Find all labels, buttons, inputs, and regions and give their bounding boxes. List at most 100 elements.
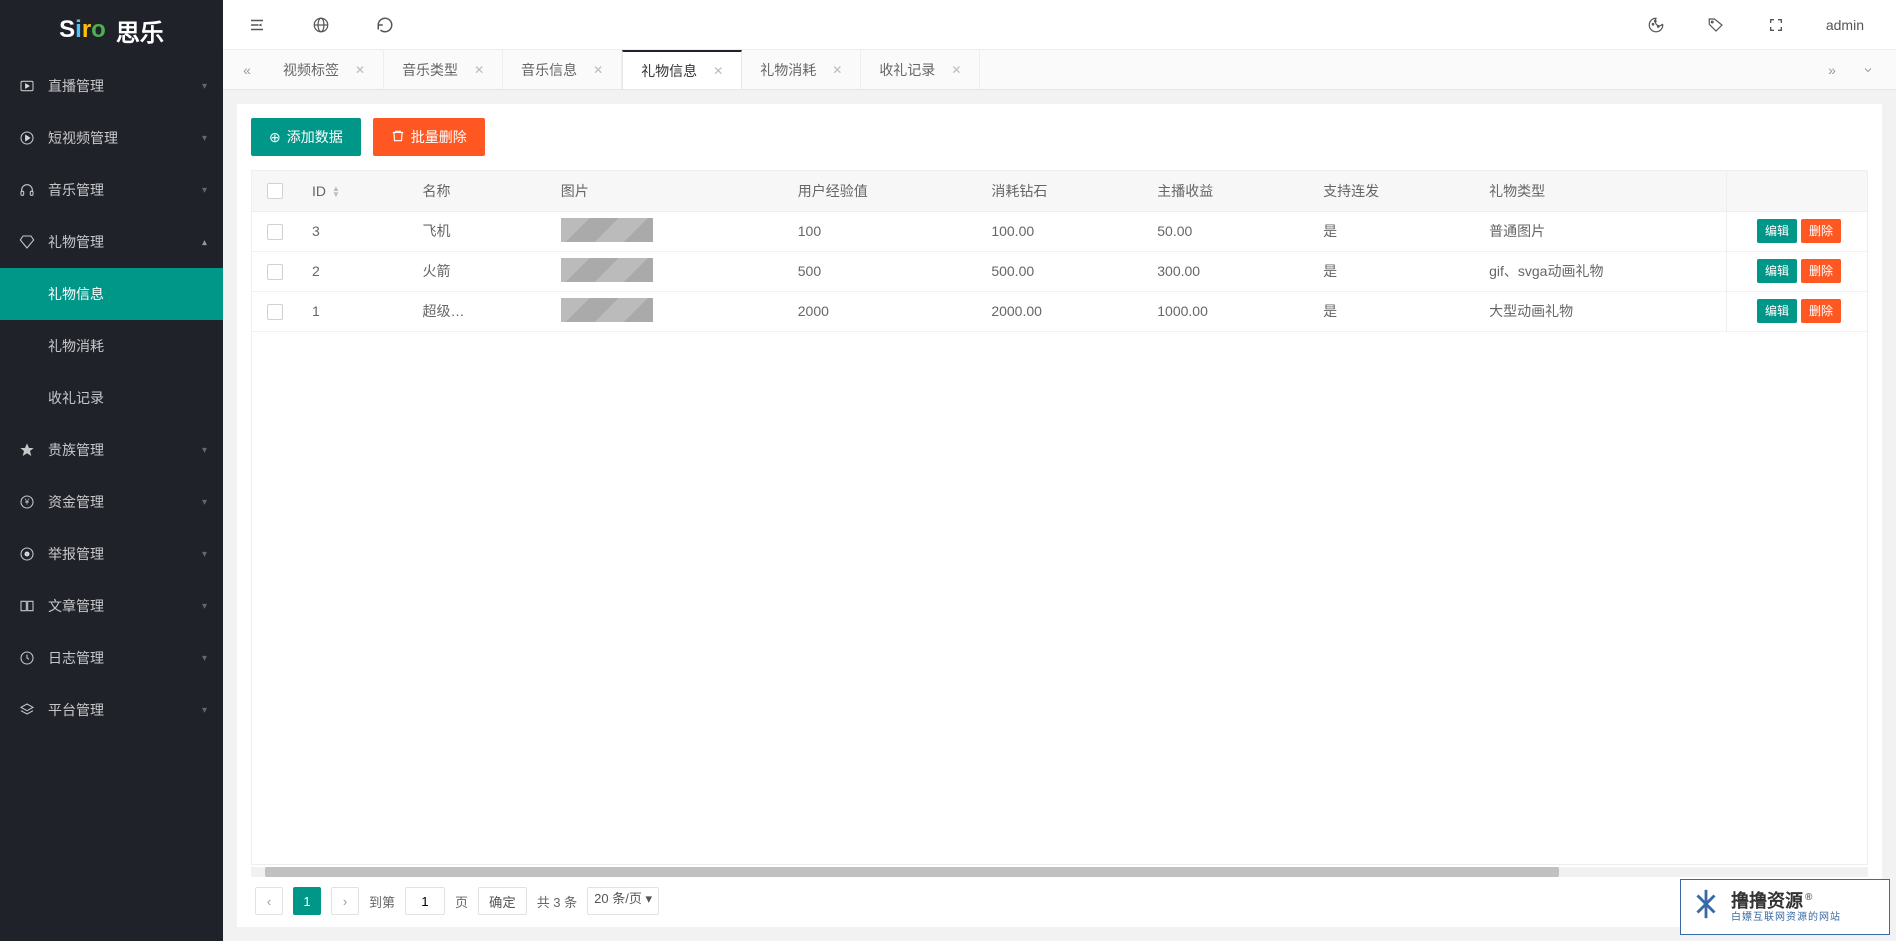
tab-0[interactable]: 视频标签✕ <box>265 50 384 89</box>
delete-button[interactable]: 删除 <box>1801 299 1841 323</box>
cell-name: 飞机 <box>408 211 546 251</box>
watermark-reg: ® <box>1805 892 1812 903</box>
cell-diamond: 500.00 <box>977 251 1143 291</box>
globe-icon[interactable] <box>311 15 331 35</box>
tab-label: 收礼记录 <box>879 60 935 80</box>
close-icon[interactable]: ✕ <box>832 63 842 77</box>
col-header-0[interactable]: ID ▲▼ <box>298 171 408 211</box>
tabs-scroll-left[interactable]: « <box>229 50 265 89</box>
row-checkbox[interactable] <box>267 264 283 280</box>
pager-goto-suffix: 页 <box>455 892 468 911</box>
pager-prev[interactable]: ‹ <box>255 887 283 915</box>
tabs-scroll-right[interactable]: » <box>1814 50 1850 89</box>
sidebar-group-label: 资金管理 <box>48 492 104 512</box>
tab-4[interactable]: 礼物消耗 ✕ <box>742 50 861 89</box>
close-icon[interactable]: ✕ <box>713 64 723 78</box>
tabs-more-icon[interactable] <box>1850 50 1886 89</box>
col-header-label: ID <box>312 183 326 199</box>
cell-type: 普通图片 <box>1475 211 1756 251</box>
tab-label: 礼物消耗 <box>760 60 816 80</box>
data-table: ID▲▼名称图片用户经验值消耗钻石主播收益支持连发礼物类型是否 3飞机10010… <box>252 171 1867 332</box>
tab-3[interactable]: 礼物信息✕ <box>622 50 742 89</box>
horizontal-scrollbar[interactable] <box>251 867 1868 877</box>
chevron-down-icon: ▾ <box>202 81 207 92</box>
sidebar-group-9[interactable]: 平台管理▾ <box>0 684 223 736</box>
main: admin « 视频标签✕音乐类型✕音乐信息✕礼物信息✕礼物消耗✕收礼记录✕ »… <box>223 0 1896 941</box>
pager-confirm-button[interactable]: 确定 <box>478 887 527 915</box>
bulk-delete-button[interactable]: 批量删除 <box>373 118 485 156</box>
thumbnail <box>561 218 653 242</box>
cell-exp: 2000 <box>784 291 978 331</box>
delete-button[interactable]: 删除 <box>1801 259 1841 283</box>
tabs-row: « 视频标签✕音乐类型✕音乐信息✕礼物信息✕礼物消耗✕收礼记录✕ » <box>223 50 1896 90</box>
sidebar-item-3-1[interactable]: 礼物消耗 <box>0 320 223 372</box>
sidebar-group-label: 平台管理 <box>48 700 104 720</box>
collapse-sidebar-icon[interactable] <box>247 15 267 35</box>
close-icon[interactable]: ✕ <box>355 63 365 77</box>
chevron-down-icon: ▾ <box>202 237 207 248</box>
tab-1[interactable]: 音乐类型 ✕ <box>384 50 503 89</box>
tab-label: 音乐类型 <box>402 60 458 80</box>
col-header-3: 用户经验值 <box>784 171 978 211</box>
trash-icon <box>391 129 405 146</box>
pager-goto-input[interactable] <box>405 887 445 915</box>
sidebar-group-label: 贵族管理 <box>48 440 104 460</box>
chevron-down-icon: ▾ <box>202 133 207 144</box>
sidebar-item-3-0[interactable]: 礼物信息 <box>0 268 223 320</box>
fullscreen-icon[interactable] <box>1766 15 1786 35</box>
close-icon[interactable]: ✕ <box>474 63 484 77</box>
sidebar-group-label: 文章管理 <box>48 596 104 616</box>
sidebar-group-3[interactable]: 礼物管理▾ <box>0 216 223 268</box>
sidebar-group-2[interactable]: 音乐管理▾ <box>0 164 223 216</box>
pager-next[interactable]: › <box>331 887 359 915</box>
table-wrap: ID▲▼名称图片用户经验值消耗钻石主播收益支持连发礼物类型是否 3飞机10010… <box>251 170 1868 865</box>
sidebar-group-0[interactable]: 直播管理▾ <box>0 60 223 112</box>
edit-button[interactable]: 编辑 <box>1757 259 1797 283</box>
row-checkbox[interactable] <box>267 224 283 240</box>
edit-button[interactable]: 编辑 <box>1757 299 1797 323</box>
pager-page-1[interactable]: 1 <box>293 887 321 915</box>
sort-icon[interactable]: ▲▼ <box>332 186 340 198</box>
sidebar-item-3-2[interactable]: 收礼记录 <box>0 372 223 424</box>
cell-name: 超级… <box>408 291 546 331</box>
bulk-delete-button-label: 批量删除 <box>411 127 467 147</box>
sidebar-group-5[interactable]: ¥资金管理▾ <box>0 476 223 528</box>
watermark-subtitle: 白嫖互联网资源的网站 <box>1731 912 1841 924</box>
add-button[interactable]: ⊕ 添加数据 <box>251 118 361 156</box>
close-icon[interactable]: ✕ <box>951 63 961 77</box>
cell-income: 300.00 <box>1143 251 1309 291</box>
tab-5[interactable]: 收礼记录 ✕ <box>861 50 980 89</box>
tab-2[interactable]: 音乐信息✕ <box>503 50 622 89</box>
sidebar-group-7[interactable]: 文章管理▾ <box>0 580 223 632</box>
refresh-icon[interactable] <box>375 15 395 35</box>
content: ⊕ 添加数据 批量删除 ID▲▼名称图片用户经验值消耗钻石主播收益支持连发礼物类… <box>223 90 1896 941</box>
tag-icon[interactable] <box>1706 15 1726 35</box>
cell-exp: 500 <box>784 251 978 291</box>
cell-id: 3 <box>298 211 408 251</box>
pager-size-select[interactable]: 20 条/页 ▾ <box>587 887 659 915</box>
theme-icon[interactable] <box>1646 15 1666 35</box>
row-checkbox[interactable] <box>267 304 283 320</box>
cell-exp: 100 <box>784 211 978 251</box>
select-all-checkbox[interactable] <box>267 183 283 199</box>
col-header-1: 名称 <box>408 171 546 211</box>
sidebar-group-8[interactable]: 日志管理▾ <box>0 632 223 684</box>
sidebar-group-label: 日志管理 <box>48 648 104 668</box>
col-header-6: 支持连发 <box>1309 171 1475 211</box>
sidebar-group-1[interactable]: 短视频管理▾ <box>0 112 223 164</box>
sidebar-group-4[interactable]: 贵族管理▾ <box>0 424 223 476</box>
video-icon <box>18 78 36 94</box>
sidebar-group-6[interactable]: 举报管理▾ <box>0 528 223 580</box>
cell-id: 2 <box>298 251 408 291</box>
play-icon <box>18 130 36 146</box>
sidebar-item-label: 礼物信息 <box>48 284 104 304</box>
cell-image <box>547 211 784 251</box>
close-icon[interactable]: ✕ <box>593 63 603 77</box>
delete-button[interactable]: 删除 <box>1801 219 1841 243</box>
stack-icon <box>18 702 36 718</box>
horizontal-scrollbar-thumb[interactable] <box>265 867 1559 877</box>
watermark-title: 撸撸资源 <box>1731 891 1803 911</box>
topbar: admin <box>223 0 1896 50</box>
edit-button[interactable]: 编辑 <box>1757 219 1797 243</box>
user-menu[interactable]: admin <box>1826 17 1864 33</box>
